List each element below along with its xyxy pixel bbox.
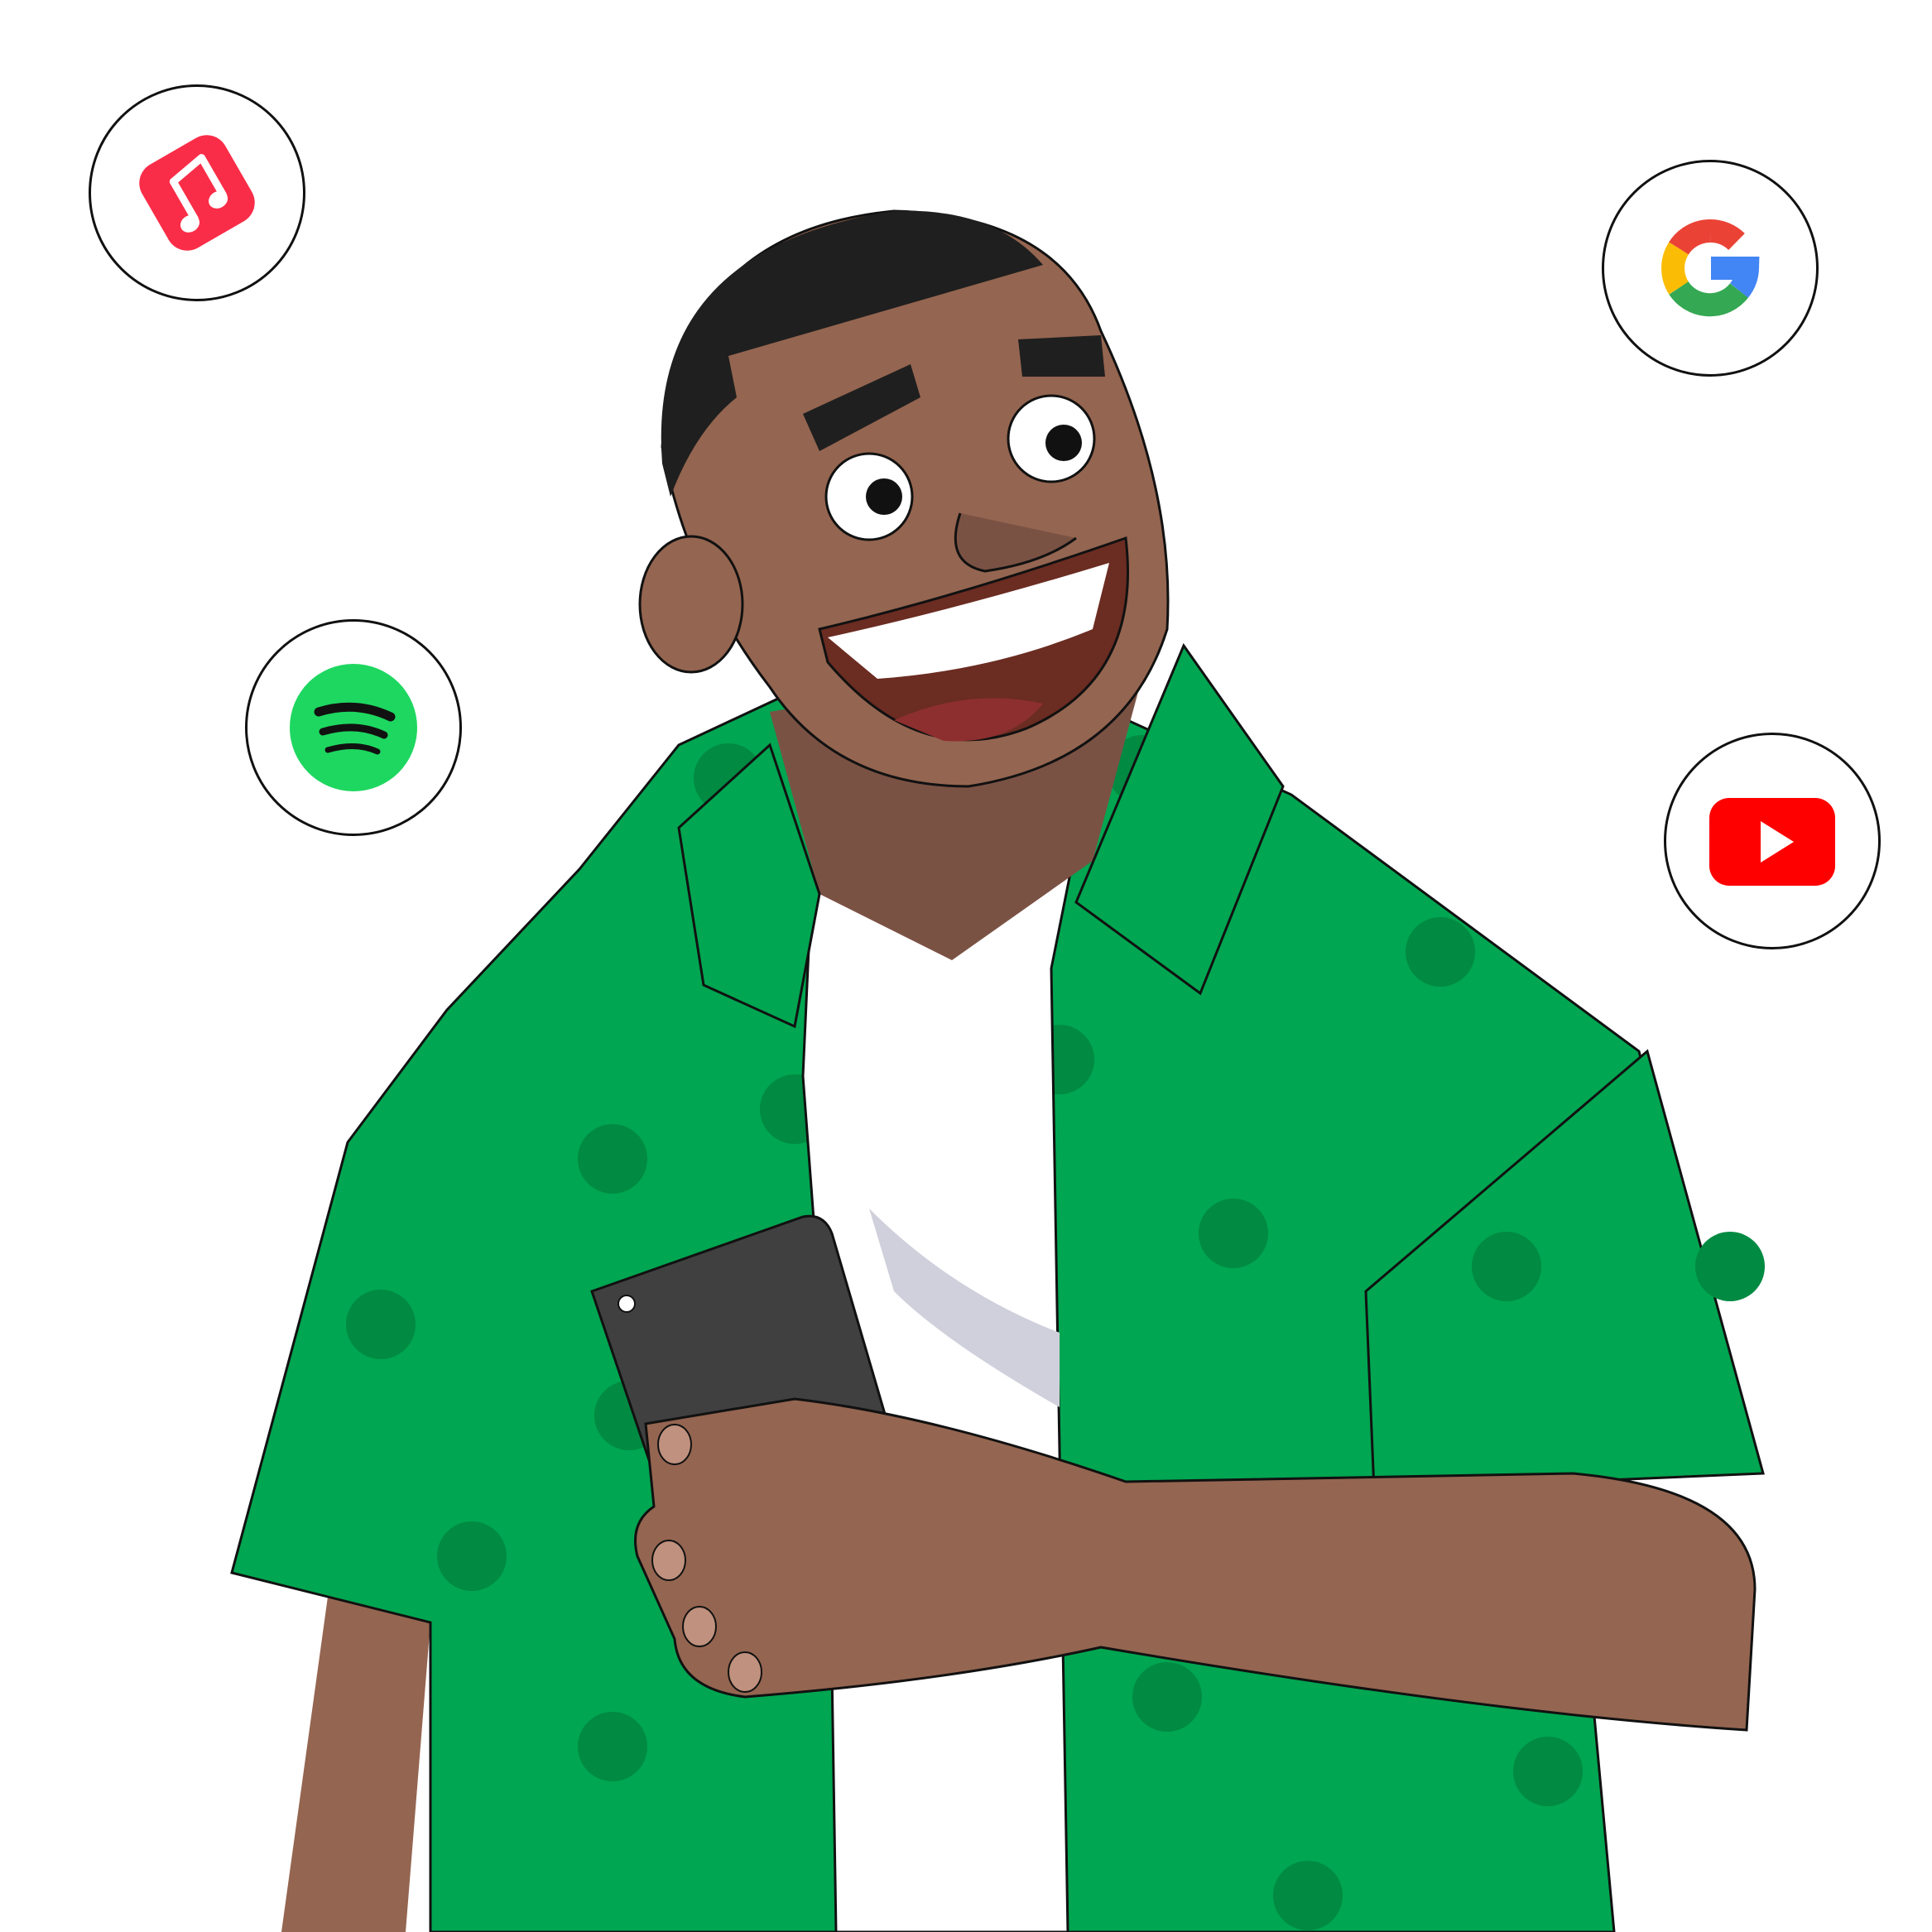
- google-icon: [1661, 219, 1760, 317]
- apple-music-icon: [139, 135, 255, 251]
- youtube-badge: [1664, 733, 1881, 949]
- spotify-badge: [245, 619, 462, 836]
- apple-music-badge: [89, 84, 305, 301]
- spotify-icon: [290, 664, 417, 791]
- phone-camera: [618, 1295, 636, 1313]
- eyebrow-right: [1018, 335, 1105, 377]
- pupil-right: [1045, 425, 1082, 461]
- ear: [638, 535, 744, 674]
- pupil-left: [866, 478, 902, 515]
- youtube-icon: [1709, 798, 1835, 886]
- left-arm: [281, 1573, 430, 1932]
- google-badge: [1602, 160, 1819, 377]
